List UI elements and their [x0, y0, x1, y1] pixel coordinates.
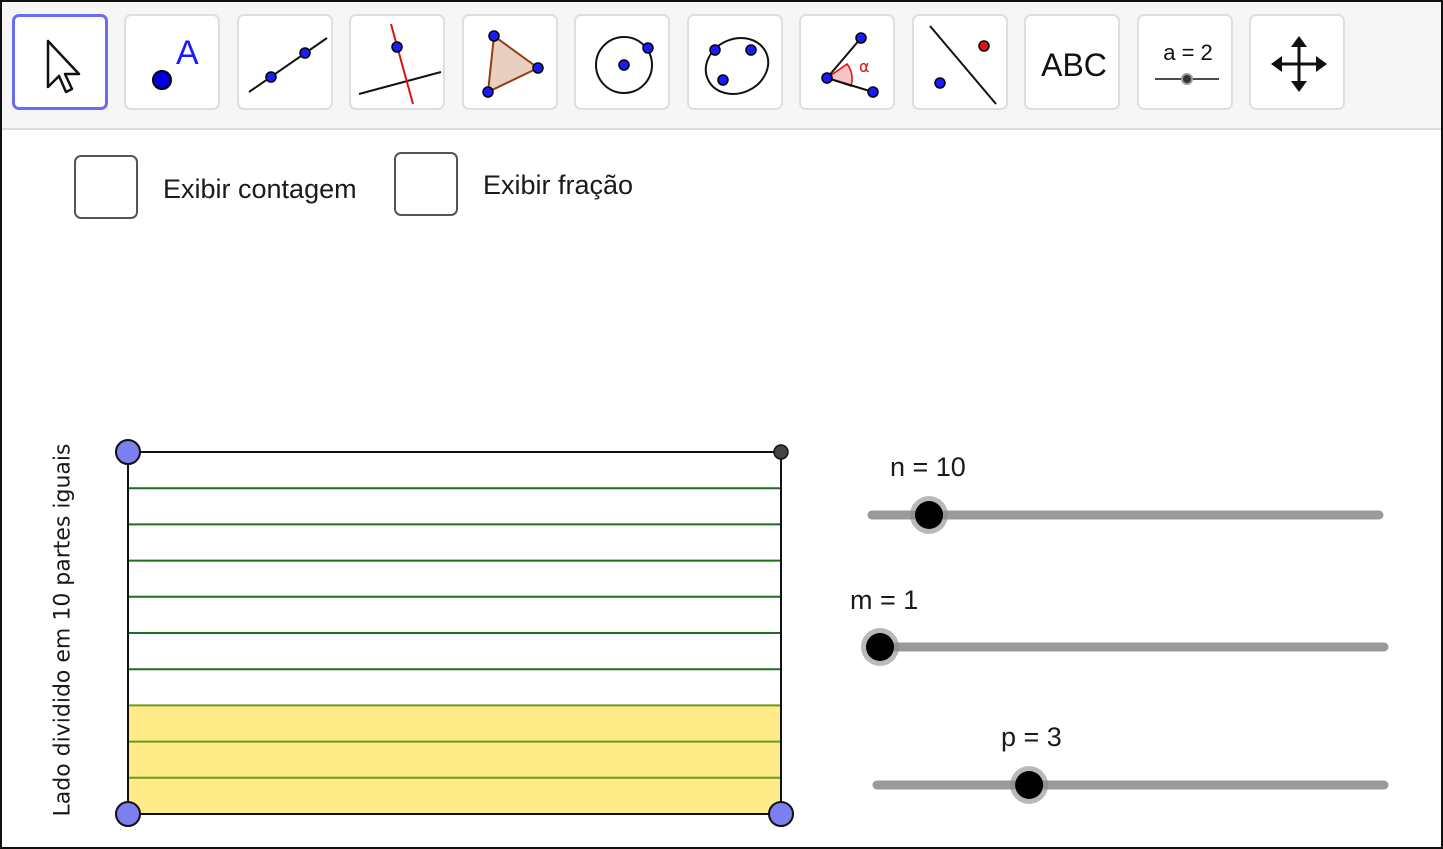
- slider-icon: a = 2: [1155, 40, 1219, 85]
- vertex-top-left[interactable]: [115, 439, 141, 465]
- perpendicular-line-tool-button[interactable]: [349, 14, 445, 110]
- geogebra-applet: A α ABC a = 2 Exibir contagem Exibir fra…: [0, 0, 1443, 849]
- move-graphics-view-icon: [1271, 36, 1327, 92]
- slider-m-label: m = 1: [850, 585, 919, 615]
- conic-tool-button[interactable]: [687, 14, 783, 110]
- circle-center-point-icon: [595, 36, 654, 94]
- slider-p-knob[interactable]: [1015, 771, 1044, 799]
- slider-n-label: n = 10: [890, 452, 966, 482]
- angle-tool-button[interactable]: α: [799, 14, 895, 110]
- text-icon: ABC: [1041, 47, 1107, 83]
- text-tool-button[interactable]: ABC: [1024, 14, 1120, 110]
- slider-tool-button[interactable]: a = 2: [1137, 14, 1233, 110]
- vertex-bottom-right[interactable]: [768, 801, 794, 827]
- circle-tool-button[interactable]: [574, 14, 670, 110]
- vertex-bottom-left[interactable]: [115, 801, 141, 827]
- slider-m[interactable]: [861, 628, 1389, 666]
- line-through-two-points-icon: [248, 37, 328, 93]
- line-tool-button[interactable]: [237, 14, 333, 110]
- point-tool-button[interactable]: A: [124, 14, 220, 110]
- move-graphics-tool-button[interactable]: [1249, 14, 1345, 110]
- move-tool-button[interactable]: [12, 14, 108, 110]
- slider-n[interactable]: [867, 496, 1384, 534]
- vertex-top-right[interactable]: [773, 444, 789, 460]
- toolbar: A α ABC a = 2: [2, 2, 1441, 130]
- text-tool-label: ABC: [1041, 47, 1107, 83]
- slider-m-knob[interactable]: [866, 633, 894, 661]
- polygon-tool-button[interactable]: [462, 14, 558, 110]
- angle-alpha-label: α: [859, 57, 870, 76]
- arrow-cursor-icon: [46, 39, 81, 94]
- angle-icon: α: [821, 32, 879, 98]
- divided-rectangle: [115, 439, 794, 827]
- ellipse-icon: [704, 37, 770, 95]
- point-label-a: A: [176, 34, 199, 72]
- side-division-label: Lado dividido em 10 partes iguais: [50, 443, 76, 817]
- slider-tool-label: a = 2: [1163, 40, 1213, 65]
- slider-p[interactable]: [872, 766, 1389, 804]
- slider-p-label: p = 3: [1001, 722, 1062, 752]
- perpendicular-line-icon: [358, 23, 442, 105]
- geometry-svg: [115, 439, 1389, 827]
- reflect-about-line-icon: [929, 25, 997, 105]
- graphics-view[interactable]: Exibir contagem Exibir fração n = 10 m =…: [2, 130, 1441, 847]
- polygon-icon: [482, 30, 544, 98]
- reflect-tool-button[interactable]: [912, 14, 1008, 110]
- point-icon: A: [152, 34, 199, 90]
- shaded-parts: [128, 705, 781, 814]
- slider-n-knob[interactable]: [915, 501, 943, 529]
